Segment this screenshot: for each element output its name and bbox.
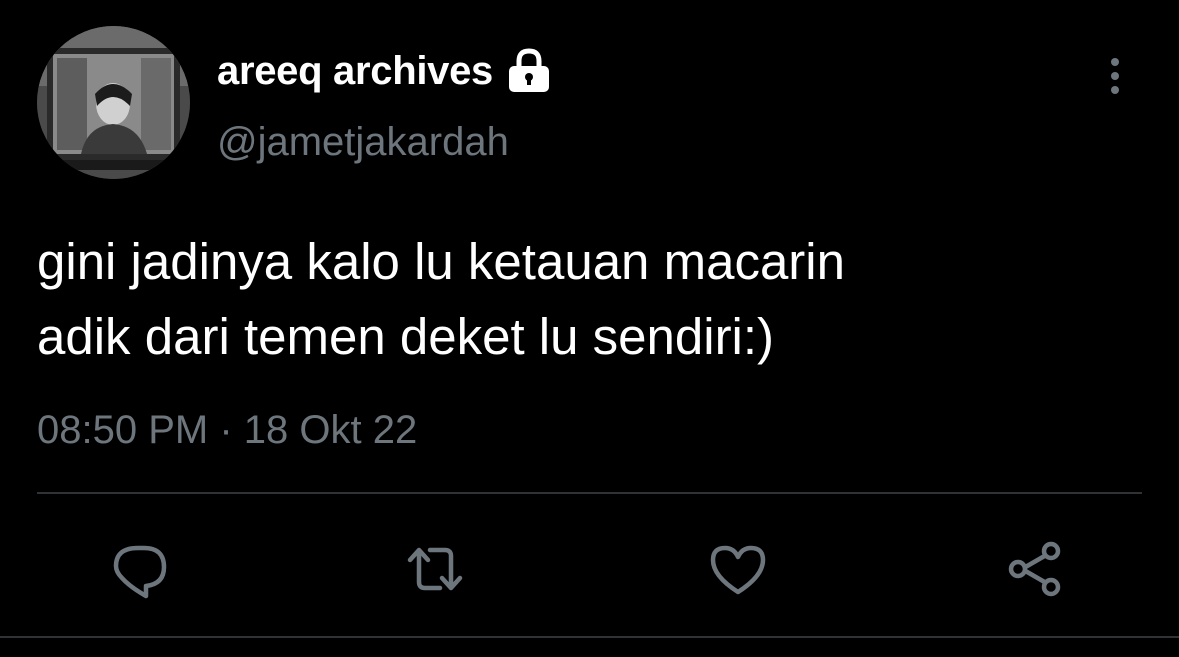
tweet-timestamp[interactable]: 08:50 PM · 18 Okt 22 <box>37 408 417 453</box>
retweet-button[interactable] <box>404 538 466 600</box>
reply-button[interactable] <box>110 538 172 600</box>
more-vertical-icon[interactable] <box>1100 54 1130 100</box>
retweet-icon <box>407 547 463 591</box>
heart-icon <box>710 545 766 595</box>
user-handle[interactable]: @jametjakardah <box>217 120 509 165</box>
display-name: areeq archives <box>217 48 493 93</box>
avatar[interactable] <box>37 26 190 179</box>
tweet-text: gini jadinya kalo lu ketauan macarin adi… <box>37 224 1147 374</box>
like-button[interactable] <box>707 538 769 600</box>
tweet-text-line: adik dari temen deket lu sendiri:) <box>37 308 775 365</box>
tweet-text-line: gini jadinya kalo lu ketauan macarin <box>37 233 845 290</box>
avatar-image <box>37 26 190 179</box>
lock-icon <box>505 48 553 94</box>
share-button[interactable] <box>1004 538 1066 600</box>
divider <box>37 492 1142 494</box>
share-icon <box>1008 541 1061 597</box>
author-name-row[interactable]: areeq archives <box>217 48 553 94</box>
reply-icon <box>113 545 167 599</box>
divider <box>0 636 1179 638</box>
